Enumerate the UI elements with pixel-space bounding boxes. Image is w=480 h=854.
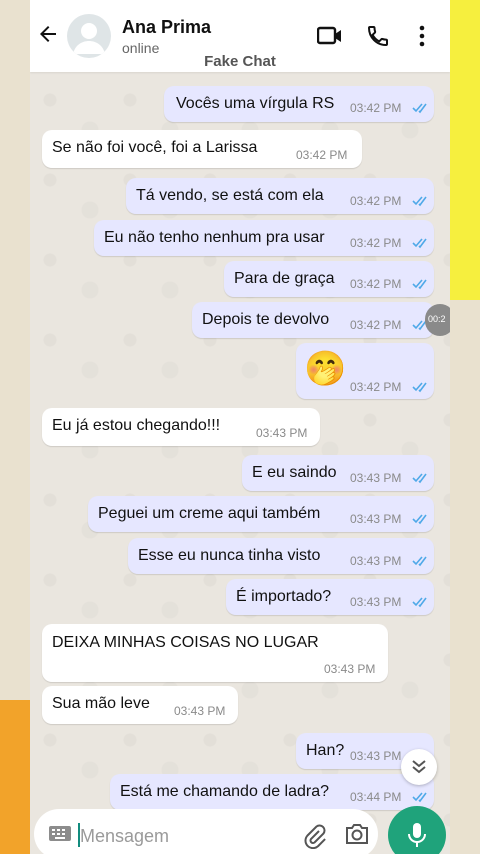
message-time: 03:43 PM — [350, 512, 402, 526]
scroll-down-button[interactable] — [401, 749, 437, 785]
message-outgoing[interactable]: E eu saindo 03:43 PM — [242, 455, 434, 491]
message-text: Depois te devolvo — [202, 311, 330, 328]
message-text: Vocês uma vírgula RS — [176, 95, 335, 112]
mic-icon — [408, 823, 426, 847]
contact-name[interactable]: Ana Prima — [122, 17, 211, 38]
message-text: DEIXA MINHAS COISAS NO LUGAR — [52, 634, 319, 651]
double-chevron-down-icon — [412, 760, 426, 774]
message-text: Han? — [306, 742, 345, 759]
message-time: 03:43 PM — [174, 704, 226, 718]
message-time: 03:43 PM — [256, 426, 308, 440]
message-incoming[interactable]: Eu já estou chegando!!! 03:43 PM — [42, 408, 320, 446]
more-options-icon[interactable] — [418, 24, 426, 53]
message-outgoing[interactable]: Depois te devolvo 03:42 PM — [192, 302, 434, 338]
fake-chat-watermark: Fake Chat — [204, 53, 276, 70]
message-text: E eu saindo — [252, 464, 337, 481]
message-time: 03:43 PM — [350, 554, 402, 568]
message-time: 03:43 PM — [350, 471, 402, 485]
message-outgoing[interactable]: É importado? 03:43 PM — [226, 579, 434, 615]
message-outgoing[interactable]: Vocês uma vírgula RS 03:42 PM — [164, 86, 434, 122]
chat-header: Ana Prima online Fake Chat — [30, 0, 450, 72]
message-text: Sua mão leve — [52, 695, 150, 712]
emoji-message: 🤭 — [304, 350, 347, 388]
message-outgoing[interactable]: Tá vendo, se está com ela 03:42 PM — [126, 178, 434, 214]
message-time: 03:42 PM — [350, 318, 402, 332]
read-ticks-icon — [412, 196, 427, 207]
read-ticks-icon — [412, 792, 427, 803]
message-text: Para de graça — [234, 270, 335, 287]
chat-screen: Ana Prima online Fake Chat Vocês uma vír… — [30, 0, 450, 854]
keyboard-icon[interactable] — [48, 825, 72, 843]
message-outgoing[interactable]: Para de graça 03:42 PM — [224, 261, 434, 297]
read-ticks-icon — [412, 238, 427, 249]
message-incoming[interactable]: Se não foi você, foi a Larissa 03:42 PM — [42, 130, 362, 168]
message-incoming[interactable]: DEIXA MINHAS COISAS NO LUGAR 03:43 PM — [42, 624, 388, 682]
avatar[interactable] — [67, 14, 111, 58]
message-time: 03:42 PM — [350, 194, 402, 208]
message-outgoing-emoji[interactable]: 🤭 03:42 PM — [296, 343, 434, 399]
message-text: Eu não tenho nenhum pra usar — [104, 229, 325, 246]
message-time: 03:43 PM — [324, 662, 376, 676]
camera-icon[interactable] — [344, 823, 370, 845]
read-ticks-icon — [412, 556, 427, 567]
message-outgoing[interactable]: Eu não tenho nenhum pra usar 03:42 PM — [94, 220, 434, 256]
read-ticks-icon — [412, 103, 427, 114]
message-text: Esse eu nunca tinha visto — [138, 547, 321, 564]
message-composer — [34, 809, 378, 854]
message-time: 03:43 PM — [350, 595, 402, 609]
message-input[interactable] — [78, 822, 282, 850]
message-time: 03:43 PM — [350, 749, 402, 763]
message-text: Está me chamando de ladra? — [120, 783, 330, 800]
message-time: 03:42 PM — [350, 101, 402, 115]
floating-timer-bubble[interactable]: 00:2 — [425, 304, 450, 336]
read-ticks-icon — [412, 382, 427, 393]
message-text: Peguei um creme aqui também — [98, 505, 321, 522]
read-ticks-icon — [412, 279, 427, 290]
message-time: 03:42 PM — [350, 380, 402, 394]
message-text: Tá vendo, se está com ela — [136, 187, 324, 204]
attach-icon[interactable] — [302, 823, 326, 849]
message-time: 03:42 PM — [350, 236, 402, 250]
message-time: 03:42 PM — [350, 277, 402, 291]
message-outgoing[interactable]: Peguei um creme aqui também 03:43 PM — [88, 496, 434, 532]
message-text: Eu já estou chegando!!! — [52, 417, 221, 434]
read-ticks-icon — [412, 514, 427, 525]
read-ticks-icon — [412, 597, 427, 608]
right-decoration-yellow — [450, 0, 480, 300]
timer-text: 00:2 — [428, 314, 446, 324]
message-time: 03:44 PM — [350, 790, 402, 804]
message-outgoing[interactable]: Está me chamando de ladra? 03:44 PM — [110, 774, 434, 810]
message-time: 03:42 PM — [296, 148, 348, 162]
video-call-icon[interactable] — [316, 25, 343, 52]
read-ticks-icon — [412, 473, 427, 484]
message-text: É importado? — [236, 588, 332, 605]
message-incoming[interactable]: Sua mão leve 03:43 PM — [42, 686, 238, 724]
text-cursor — [78, 823, 80, 847]
back-arrow-icon[interactable] — [36, 22, 60, 46]
phone-call-icon[interactable] — [366, 24, 390, 53]
message-outgoing[interactable]: Esse eu nunca tinha visto 03:43 PM — [128, 538, 434, 574]
message-text: Se não foi você, foi a Larissa — [52, 139, 258, 156]
left-decoration-orange — [0, 700, 30, 854]
